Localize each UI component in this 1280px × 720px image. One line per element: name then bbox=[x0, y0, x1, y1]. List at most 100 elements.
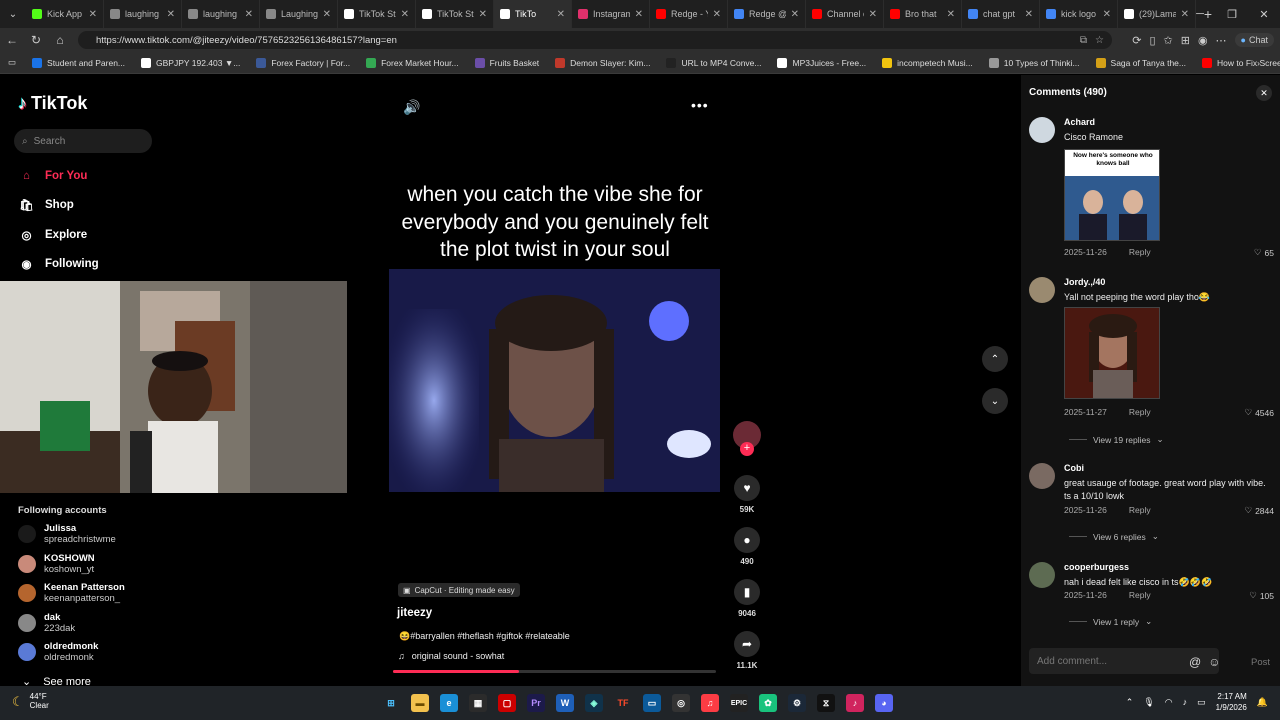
app-grey-icon[interactable]: ◎ bbox=[672, 694, 690, 712]
app-blue-icon[interactable]: ▭ bbox=[643, 694, 661, 712]
app-teal-icon[interactable]: ◈ bbox=[585, 694, 603, 712]
battery-icon[interactable]: ▭ bbox=[1197, 697, 1206, 708]
app-epic-icon[interactable]: EPIC bbox=[730, 694, 748, 712]
tray-overflow-icon[interactable]: ⌃ bbox=[1126, 697, 1134, 708]
comment-like-button[interactable]: ♡ 4546 bbox=[1244, 407, 1274, 418]
close-tab-icon[interactable]: ✕ bbox=[245, 9, 253, 20]
app-red-icon[interactable]: ▢ bbox=[498, 694, 516, 712]
comment-like-button[interactable]: ♡ 65 bbox=[1254, 247, 1274, 258]
comment-author[interactable]: cooperburgess bbox=[1064, 562, 1129, 572]
browser-tab[interactable]: Instagram ✕ bbox=[572, 0, 650, 28]
browser-tab[interactable]: laughing ✕ bbox=[104, 0, 182, 28]
bookmark-item[interactable]: URL to MP4 Conve... bbox=[658, 57, 769, 68]
premiere-icon[interactable]: Pr bbox=[527, 694, 545, 712]
speaker-icon[interactable]: ♪ bbox=[1183, 697, 1188, 707]
view-replies-button[interactable]: View 1 reply ⌄ bbox=[1069, 616, 1152, 627]
bookmark-item[interactable]: Forex Factory | For... bbox=[248, 57, 358, 68]
comment-author[interactable]: Cobi bbox=[1064, 463, 1084, 473]
bookmark-item[interactable]: Saga of Tanya the... bbox=[1088, 57, 1194, 68]
favorite-star-icon[interactable]: ☆ bbox=[1095, 35, 1104, 46]
word-icon[interactable]: W bbox=[556, 694, 574, 712]
bookmark-item[interactable]: 10 Types of Thinki... bbox=[981, 57, 1088, 68]
clock[interactable]: 2:17 AM 1/9/2026 bbox=[1216, 691, 1247, 713]
browser-tab[interactable]: Laughing ✕ bbox=[260, 0, 338, 28]
volume-icon[interactable]: 🔊 bbox=[403, 99, 420, 116]
next-video-button[interactable]: ⌄ bbox=[982, 388, 1008, 414]
tiktok-app-icon[interactable]: ♪ bbox=[846, 694, 864, 712]
avatar[interactable] bbox=[1029, 117, 1055, 143]
microphone-icon[interactable]: 🎙 bbox=[1143, 697, 1154, 708]
following-account[interactable]: KOSHOWN koshown_yt bbox=[18, 553, 95, 575]
copilot-chat-button[interactable]: ● Chat bbox=[1234, 33, 1274, 47]
close-comments-button[interactable]: ✕ bbox=[1256, 85, 1272, 101]
profile-icon[interactable]: ◉ bbox=[1198, 34, 1208, 47]
app-tf-icon[interactable]: TF bbox=[614, 694, 632, 712]
browser-tab[interactable]: Bro that ✕ bbox=[884, 0, 962, 28]
browser-tab[interactable]: Redge @ ✕ bbox=[728, 0, 806, 28]
nav-item-shop[interactable]: 🛍 Shop bbox=[18, 197, 218, 214]
browser-tab[interactable]: TikTo ✕ bbox=[494, 0, 572, 28]
collections-icon[interactable]: ⊞ bbox=[1181, 34, 1190, 47]
following-account[interactable]: dak 223dak bbox=[18, 612, 75, 634]
browser-tab[interactable]: TikTok St ✕ bbox=[416, 0, 494, 28]
bookmark-item[interactable]: How to Fix Screen... bbox=[1194, 57, 1280, 68]
restore-button[interactable]: ❐ bbox=[1216, 8, 1248, 21]
close-tab-icon[interactable]: ✕ bbox=[791, 9, 799, 20]
tab-list-button[interactable]: ⌄ bbox=[0, 0, 26, 28]
browser-tab[interactable]: laughing ✕ bbox=[182, 0, 260, 28]
close-tab-icon[interactable]: ✕ bbox=[323, 9, 331, 20]
close-window-button[interactable]: ✕ bbox=[1248, 8, 1280, 21]
bookmarks-overflow-icon[interactable]: › bbox=[1257, 58, 1260, 68]
browser-tab[interactable]: Kick App ✕ bbox=[26, 0, 104, 28]
close-tab-icon[interactable]: ✕ bbox=[1025, 9, 1033, 20]
comment-like-button[interactable]: ♡ 2844 bbox=[1244, 505, 1274, 516]
file-explorer-icon[interactable]: ▬ bbox=[411, 694, 429, 712]
comment-button[interactable]: ● 490 bbox=[733, 527, 761, 566]
steam-icon[interactable]: ⚙ bbox=[788, 694, 806, 712]
close-tab-icon[interactable]: ✕ bbox=[167, 9, 175, 20]
windows-start-icon[interactable]: ⊞ bbox=[382, 694, 400, 712]
wifi-icon[interactable]: ◠ bbox=[1165, 697, 1173, 708]
video-player[interactable] bbox=[389, 269, 720, 492]
save-button[interactable]: ▮ 9046 bbox=[733, 579, 761, 618]
comment-gif[interactable]: Now here's someone who knows ball bbox=[1064, 149, 1160, 241]
split-screen-icon[interactable]: ▯ bbox=[1149, 34, 1155, 47]
emoji-icon[interactable]: ☺ bbox=[1208, 655, 1220, 669]
reply-button[interactable]: Reply bbox=[1129, 590, 1151, 600]
search-input[interactable]: ⌕ Search bbox=[14, 129, 152, 153]
avatar[interactable] bbox=[1029, 277, 1055, 303]
nav-item-for-you[interactable]: ⌂ For You bbox=[18, 167, 218, 184]
close-tab-icon[interactable]: ✕ bbox=[557, 9, 565, 20]
nav-item-following[interactable]: ◉ Following bbox=[18, 256, 218, 273]
home-button[interactable]: ⌂ bbox=[48, 33, 72, 47]
sidebar-toggle-icon[interactable]: ▭ bbox=[8, 57, 24, 68]
comment-author[interactable]: Jordy.,/40 bbox=[1064, 277, 1105, 287]
back-button[interactable]: ← bbox=[0, 33, 24, 47]
following-account[interactable]: Julissa spreadchristwme bbox=[18, 523, 116, 545]
close-tab-icon[interactable]: ✕ bbox=[479, 9, 487, 20]
comment-like-button[interactable]: ♡ 105 bbox=[1249, 590, 1274, 601]
avatar[interactable] bbox=[1029, 463, 1055, 489]
notifications-icon[interactable]: 🔔 bbox=[1257, 697, 1268, 708]
bookmark-item[interactable]: incompetech Musi... bbox=[874, 57, 981, 68]
author-avatar[interactable]: + bbox=[733, 421, 761, 456]
store-icon[interactable]: ▦ bbox=[469, 694, 487, 712]
browser-tab[interactable]: chat gpt ✕ bbox=[962, 0, 1040, 28]
browser-tab[interactable]: kick logo ✕ bbox=[1040, 0, 1118, 28]
video-author[interactable]: jiteezy bbox=[397, 607, 432, 619]
reply-button[interactable]: Reply bbox=[1129, 407, 1151, 417]
minimize-button[interactable]: ─ bbox=[1184, 8, 1216, 20]
nav-item-explore[interactable]: ◎ Explore bbox=[18, 226, 218, 243]
close-tab-icon[interactable]: ✕ bbox=[713, 9, 721, 20]
share-button[interactable]: ➦ 11.1K bbox=[733, 631, 761, 670]
open-app-icon[interactable]: ⧉ bbox=[1080, 35, 1087, 46]
comment-author[interactable]: Achard bbox=[1064, 117, 1095, 127]
video-hashtags[interactable]: 😆#barryallen #theflash #giftok #relateab… bbox=[399, 631, 570, 642]
following-account[interactable]: Keenan Patterson keenanpatterson_ bbox=[18, 582, 125, 604]
mention-icon[interactable]: @ bbox=[1189, 655, 1201, 669]
bookmark-item[interactable]: Forex Market Hour... bbox=[358, 57, 466, 68]
browser-tab[interactable]: TikTok St ✕ bbox=[338, 0, 416, 28]
bookmark-item[interactable]: GBPJPY 192.403 ▼... bbox=[133, 57, 248, 68]
address-bar[interactable]: https://www.tiktok.com/@jiteezy/video/75… bbox=[78, 31, 1112, 49]
previous-video-button[interactable]: ⌃ bbox=[982, 346, 1008, 372]
